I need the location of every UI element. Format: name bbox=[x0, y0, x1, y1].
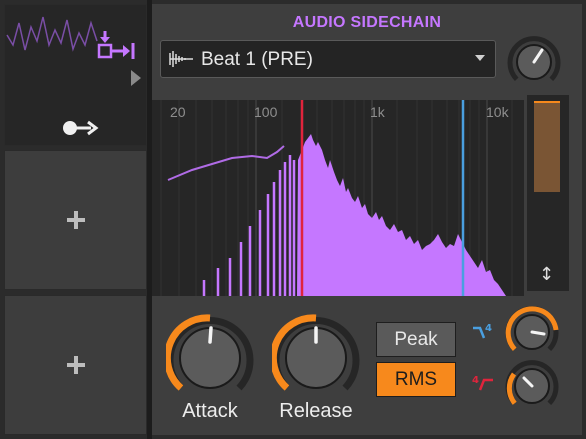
meter-fill bbox=[534, 101, 560, 192]
attack-knob[interactable] bbox=[163, 314, 254, 406]
rms-mode-button[interactable]: RMS bbox=[376, 362, 456, 397]
high-filter-knob[interactable] bbox=[504, 304, 560, 364]
spectrum-svg bbox=[160, 100, 513, 296]
freq-tick-100: 100 bbox=[254, 104, 278, 120]
add-icon[interactable] bbox=[66, 211, 85, 229]
add-icon[interactable] bbox=[66, 356, 85, 374]
modulator-slot-2[interactable] bbox=[4, 150, 147, 290]
device-title: AUDIO SIDECHAIN bbox=[292, 14, 442, 31]
low-filter-icon: 4 bbox=[472, 374, 494, 398]
key-route-icon[interactable] bbox=[61, 119, 99, 141]
peak-mode-button[interactable]: Peak bbox=[376, 322, 456, 357]
modulator-output-icon[interactable] bbox=[97, 29, 137, 59]
sidechain-spectrum[interactable]: 20 100 1k 10k bbox=[152, 100, 524, 296]
release-knob[interactable] bbox=[269, 314, 360, 406]
modulator-slot-3[interactable] bbox=[4, 295, 147, 435]
level-meter[interactable]: ↕ bbox=[527, 95, 569, 291]
attack-label: Attack bbox=[182, 400, 238, 422]
svg-text:4: 4 bbox=[472, 375, 479, 386]
audio-sidechain-device: AUDIO SIDECHAIN Beat 1 (PRE) 20 100 1k 1… bbox=[152, 4, 582, 435]
chevron-down-icon bbox=[475, 55, 485, 61]
resize-vertical-icon[interactable]: ↕ bbox=[539, 264, 554, 285]
waveform-icon bbox=[169, 50, 195, 72]
play-arrow-icon[interactable] bbox=[129, 69, 143, 91]
svg-text:4: 4 bbox=[485, 323, 492, 334]
sidechain-source-dropdown[interactable]: Beat 1 (PRE) bbox=[160, 40, 496, 78]
low-filter-knob[interactable] bbox=[504, 358, 560, 418]
release-label: Release bbox=[279, 400, 353, 422]
freq-tick-1k: 1k bbox=[370, 104, 385, 120]
high-filter-icon: 4 bbox=[472, 322, 494, 346]
sidechain-source-label: Beat 1 (PRE) bbox=[201, 49, 313, 70]
freq-tick-10k: 10k bbox=[486, 104, 509, 120]
freq-tick-20: 20 bbox=[170, 104, 186, 120]
input-gain-knob[interactable] bbox=[506, 34, 562, 94]
modulator-slot-1[interactable] bbox=[4, 4, 147, 146]
